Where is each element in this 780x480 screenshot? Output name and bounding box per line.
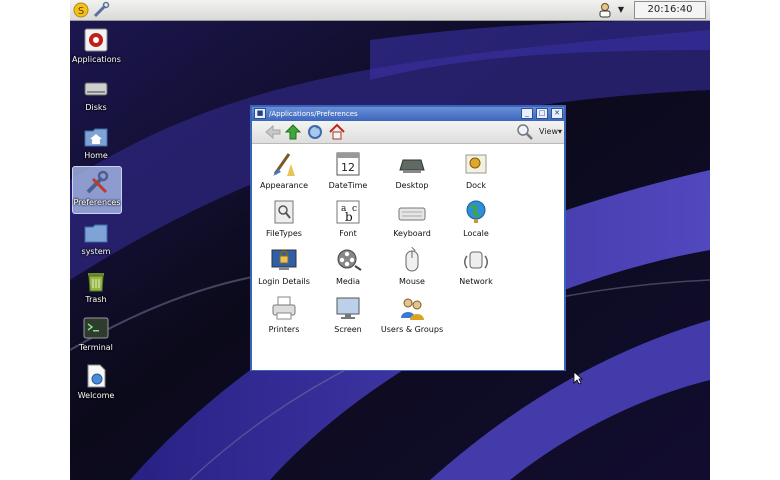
desktop-icon-preferences[interactable]: Preferences	[72, 166, 122, 214]
clock[interactable]: 20:16:40	[634, 1, 706, 19]
window-toolbar: View▾	[252, 121, 564, 144]
window-menu-icon[interactable]: ■	[254, 108, 266, 119]
globe-icon	[466, 200, 486, 223]
pref-item-label: Locale	[463, 229, 489, 238]
desktop-icon-label: Welcome	[77, 391, 115, 400]
pref-item-label: Printers	[268, 325, 300, 334]
maximize-icon[interactable]: □	[536, 108, 548, 119]
top-panel: S ▼ 20:16:40	[70, 0, 710, 21]
pref-item-filetypes[interactable]: FileTypes	[252, 198, 316, 246]
desktop-icon-welcome[interactable]: Welcome	[72, 360, 120, 406]
font-icon: abc	[336, 200, 360, 224]
minimize-icon[interactable]: _	[521, 108, 533, 119]
paintbrush-icon	[273, 153, 295, 176]
home-folder-icon	[84, 128, 108, 147]
zoom-icon[interactable]	[516, 123, 534, 141]
svg-text:S: S	[78, 6, 84, 17]
login-lock-icon	[271, 249, 297, 270]
pref-item-appearance[interactable]: Appearance	[252, 150, 316, 198]
pref-item-login-details[interactable]: Login Details	[252, 246, 316, 294]
close-icon[interactable]: ✕	[551, 108, 563, 119]
pref-item-users-groups[interactable]: Users & Groups	[380, 294, 444, 342]
tray-menu-arrow-icon[interactable]: ▼	[614, 3, 628, 17]
pref-item-label: Screen	[334, 325, 362, 334]
desktop-icon-applications[interactable]: Applications	[72, 24, 121, 70]
pref-item-label: Keyboard	[393, 229, 431, 238]
mouse-icon	[405, 246, 419, 272]
pref-item-label: Font	[339, 229, 357, 238]
film-reel-icon	[337, 249, 362, 271]
pref-item-font[interactable]: abc Font	[316, 198, 380, 246]
desktop-icon-label: system	[81, 247, 111, 256]
pref-item-dock[interactable]: Dock	[444, 150, 508, 198]
pref-item-label: Login Details	[258, 277, 310, 286]
desktop-icon-system[interactable]: system	[72, 216, 120, 262]
pref-item-label: Users & Groups	[380, 325, 444, 334]
network-icon	[464, 251, 488, 269]
pref-item-datetime[interactable]: 12 DateTime	[316, 150, 380, 198]
printer-icon	[272, 296, 296, 320]
desktop-icon-trash[interactable]: Trash	[72, 264, 120, 310]
desktop-monitor-icon	[399, 159, 425, 173]
monitor-icon	[336, 297, 360, 319]
home-icon[interactable]	[328, 123, 346, 141]
pref-item-desktop[interactable]: Desktop	[380, 150, 444, 198]
pref-item-label: Dock	[465, 181, 487, 190]
pref-item-label: FileTypes	[266, 229, 302, 238]
calendar-day: 12	[341, 161, 355, 174]
welcome-document-icon	[87, 364, 106, 388]
window-title: /Applications/Preferences	[269, 110, 358, 118]
preferences-icon-grid: Appearance 12 DateTime Desktop Dock File…	[252, 144, 564, 370]
desktop-screen: S ▼ 20:16:40 Applications Disks Home Pre…	[70, 0, 710, 480]
menu-logo-icon[interactable]: S	[72, 1, 90, 19]
calendar-icon: 12	[336, 152, 360, 176]
pref-item-network[interactable]: Network	[444, 246, 508, 294]
pref-item-label: Network	[459, 277, 493, 286]
folder-icon	[84, 224, 108, 243]
desktop-icon-home[interactable]: Home	[72, 120, 120, 166]
window-titlebar[interactable]: ■ /Applications/Preferences _ □ ✕	[252, 107, 564, 121]
file-manager-window: ■ /Applications/Preferences _ □ ✕ View▾	[250, 105, 566, 371]
back-arrow-icon[interactable]	[264, 123, 282, 141]
terminal-icon	[83, 317, 109, 339]
desktop-icon-label: Trash	[85, 295, 107, 304]
pref-item-label: Desktop	[395, 181, 429, 190]
desktop-icon-label: Terminal	[79, 343, 113, 352]
up-arrow-icon[interactable]	[284, 123, 302, 141]
users-group-icon	[401, 298, 424, 320]
pref-item-locale[interactable]: Locale	[444, 198, 508, 246]
font-letter-c: c	[352, 204, 357, 214]
preferences-launcher-icon[interactable]	[92, 1, 110, 19]
mouse-cursor-icon	[573, 371, 583, 385]
disk-drive-icon	[84, 82, 108, 96]
pref-item-printers[interactable]: Printers	[252, 294, 316, 342]
applications-icon	[84, 28, 108, 52]
desktop-icon-label: Home	[84, 151, 108, 160]
pref-item-mouse[interactable]: Mouse	[380, 246, 444, 294]
pref-item-screen[interactable]: Screen	[316, 294, 380, 342]
reload-icon[interactable]	[306, 123, 324, 141]
keyboard-icon	[398, 207, 426, 221]
view-menu-button[interactable]: View▾	[539, 125, 562, 139]
wrench-screwdriver-icon	[86, 170, 109, 194]
pref-item-label: Mouse	[399, 277, 425, 286]
chevron-down-icon: ▾	[557, 127, 562, 136]
trash-icon	[88, 273, 104, 292]
pref-item-label: DateTime	[328, 181, 368, 190]
desktop-icon-label: Applications	[72, 55, 121, 64]
desktop-icon-label: Disks	[85, 103, 107, 112]
desktop-icon-terminal[interactable]: Terminal	[72, 312, 120, 358]
pref-item-media[interactable]: Media	[316, 246, 380, 294]
pref-item-label: Appearance	[259, 181, 309, 190]
pref-item-label: Media	[335, 277, 361, 286]
view-label: View	[539, 127, 558, 136]
user-tray-icon[interactable]	[596, 1, 614, 19]
desktop-icon-disks[interactable]: Disks	[72, 72, 120, 118]
desktop-icon-label: Preferences	[73, 198, 121, 207]
dock-icon	[465, 154, 487, 174]
pref-item-keyboard[interactable]: Keyboard	[380, 198, 444, 246]
file-search-icon	[274, 200, 294, 224]
